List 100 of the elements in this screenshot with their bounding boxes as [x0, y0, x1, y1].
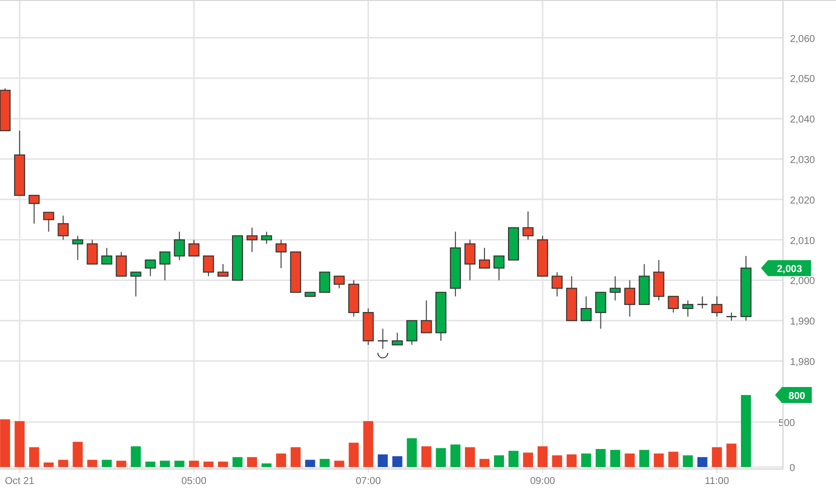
candlestick	[435, 292, 446, 342]
candlestick	[392, 332, 403, 346]
axis-label: 2,000	[790, 276, 815, 288]
volume-bar	[624, 454, 635, 467]
candlestick	[697, 296, 708, 309]
volume-bar	[72, 442, 83, 467]
candlestick	[101, 247, 112, 265]
candlestick	[552, 272, 563, 297]
volume-bar	[726, 444, 736, 467]
volume-bar	[320, 458, 330, 467]
axis-label: 1,990	[790, 316, 815, 328]
volume-bar	[610, 450, 620, 467]
candlestick	[653, 260, 664, 301]
volume-bar	[102, 460, 112, 467]
volume-bar	[552, 455, 562, 467]
volume-bar	[392, 456, 402, 467]
value-tag: 2,003	[761, 260, 811, 276]
candlestick	[522, 211, 534, 240]
volume-bar	[145, 462, 156, 467]
candlestick	[711, 296, 722, 318]
volume-bar	[523, 452, 534, 467]
volume-bar	[0, 419, 10, 467]
volume-bar	[262, 463, 272, 467]
axis-label: 09:00	[530, 476, 556, 487]
candlestick	[610, 276, 621, 301]
candlestick	[232, 235, 244, 281]
axis-label: 2,030	[790, 155, 815, 166]
volume-bar	[406, 438, 417, 467]
volume-bar	[654, 454, 664, 467]
volume-bar	[44, 462, 54, 467]
candlestick	[566, 276, 578, 322]
volume-bar	[203, 462, 214, 467]
axis-label: Oct 21	[4, 476, 34, 487]
axis-label: 11:00	[704, 476, 730, 487]
candlestick	[202, 255, 214, 277]
candlestick	[261, 231, 272, 244]
volume-bar	[668, 452, 678, 467]
candlestick	[58, 215, 69, 240]
volume-bar	[160, 460, 170, 467]
candlestick	[290, 251, 302, 293]
candlestick	[638, 264, 650, 305]
volume-bar	[348, 442, 359, 467]
volume-bar	[116, 460, 126, 467]
candlestick	[334, 276, 345, 289]
candlestick	[406, 320, 418, 346]
volume-bar	[464, 447, 475, 467]
candlestick	[130, 272, 142, 297]
volume-bar	[421, 446, 432, 467]
volume-bar	[538, 446, 548, 467]
volume-bar	[436, 448, 446, 467]
volume-bar	[130, 446, 141, 467]
volume-bar	[378, 454, 388, 467]
volume-bar	[334, 460, 344, 467]
candlestick	[464, 239, 476, 281]
candlestick	[580, 296, 592, 322]
candlestick	[28, 194, 40, 224]
candlestick	[0, 88, 11, 132]
candlestick	[116, 251, 127, 277]
candlestick	[537, 235, 548, 277]
volume-bar	[508, 450, 519, 467]
candlestick	[378, 328, 388, 350]
candlestick	[668, 296, 679, 314]
candlestick	[43, 212, 54, 232]
candlestick	[218, 264, 228, 277]
candlestick	[362, 308, 374, 346]
candlestick	[508, 227, 520, 260]
candlestick	[304, 292, 316, 297]
candlestick	[86, 239, 98, 265]
candlestick	[246, 227, 258, 252]
volume-bar	[305, 460, 316, 467]
axis-label: 2,020	[790, 195, 815, 206]
candlestick	[494, 255, 504, 281]
candlestick	[144, 260, 156, 277]
candlestick	[159, 251, 170, 281]
volume-bar	[14, 421, 25, 467]
candlestick	[726, 312, 736, 322]
volume-bar	[290, 447, 301, 467]
axis-label: 2,040	[790, 114, 815, 126]
candlestick	[595, 292, 606, 330]
volume-bar	[494, 455, 504, 467]
volume-bar	[581, 454, 592, 467]
candlestick	[740, 255, 752, 322]
volume-bar	[566, 454, 577, 467]
candlestick	[276, 239, 287, 269]
volume-bar	[29, 447, 40, 467]
candlestick	[14, 130, 26, 196]
volume-bar	[174, 460, 184, 467]
volume-bar	[188, 460, 199, 467]
volume-bar	[450, 444, 460, 467]
axis-label: 2,060	[790, 34, 815, 45]
arc-marker-icon	[377, 352, 388, 358]
volume-bar	[479, 458, 490, 467]
axis-label: 2,010	[790, 236, 815, 247]
candlestick	[174, 231, 185, 260]
axis-label: 05:00	[181, 476, 206, 487]
volume-bar	[639, 450, 650, 467]
volume-bar	[740, 395, 751, 467]
volume-bar	[87, 460, 98, 467]
volume-bar	[247, 457, 258, 467]
candlestick	[348, 280, 360, 318]
